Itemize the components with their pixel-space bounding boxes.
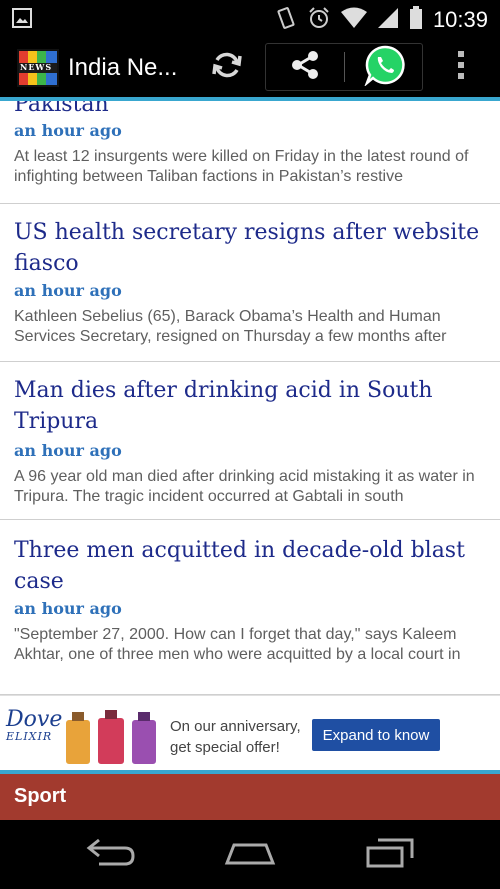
article-headline: Pakistan xyxy=(14,101,109,117)
status-bar: 10:39 xyxy=(0,0,500,37)
whatsapp-button[interactable] xyxy=(350,43,420,91)
app-logo-text: NEWS xyxy=(20,62,53,72)
article-headline: Three men acquitted in decade-old blast … xyxy=(14,538,465,594)
ad-brand-name: Dove xyxy=(6,707,63,732)
article-time: an hour ago xyxy=(14,281,122,300)
article-summary: "September 27, 2000. How can I forget th… xyxy=(14,626,461,663)
share-button[interactable] xyxy=(270,43,340,91)
section-header[interactable] xyxy=(0,774,500,820)
article-summary: Kathleen Sebelius (65), Barack Obama’s H… xyxy=(14,308,447,345)
article-summary: A 96 year old man died after drinking ac… xyxy=(14,468,475,505)
list-item[interactable]: Pakistan an hour ago At least 12 insurge… xyxy=(0,101,500,204)
list-item[interactable]: US health secretary resigns after websit… xyxy=(0,204,500,362)
article-summary: At least 12 insurgents were killed on Fr… xyxy=(14,148,469,185)
refresh-button[interactable] xyxy=(202,43,252,91)
wifi-icon xyxy=(340,7,367,33)
article-time: an hour ago xyxy=(14,599,122,618)
cellular-signal-icon xyxy=(377,7,399,33)
ad-text: On our anniversary, get special offer! xyxy=(170,716,301,758)
app-title: India Ne... xyxy=(68,54,178,81)
alarm-icon xyxy=(307,6,331,34)
image-notification-icon xyxy=(12,8,32,32)
ad-cta-button[interactable]: Expand to know xyxy=(312,719,440,751)
whatsapp-icon xyxy=(364,44,406,90)
ad-brand-logo: Dove ELIXIR xyxy=(6,707,63,744)
list-item[interactable]: Three men acquitted in decade-old blast … xyxy=(0,520,500,695)
back-icon xyxy=(85,838,135,872)
share-icon xyxy=(288,48,322,86)
clock: 10:39 xyxy=(432,7,488,32)
recent-apps-button[interactable] xyxy=(355,835,425,875)
section-label: Sport xyxy=(14,785,67,807)
list-item[interactable]: Man dies after drinking acid in South Tr… xyxy=(0,362,500,520)
overflow-menu-button[interactable] xyxy=(445,43,477,91)
vibrate-icon xyxy=(275,6,297,34)
refresh-icon xyxy=(210,48,244,86)
battery-icon xyxy=(409,6,423,34)
article-time: an hour ago xyxy=(14,121,122,140)
app-logo[interactable]: NEWS xyxy=(17,49,59,87)
article-headline: Man dies after drinking acid in South Tr… xyxy=(14,378,433,434)
back-button[interactable] xyxy=(75,835,145,875)
article-list[interactable]: Pakistan an hour ago At least 12 insurge… xyxy=(0,101,500,695)
ad-text-line1: On our anniversary, xyxy=(170,718,301,735)
article-headline: US health secretary resigns after websit… xyxy=(14,220,480,276)
home-button[interactable] xyxy=(215,835,285,875)
article-time: an hour ago xyxy=(14,441,122,460)
home-icon xyxy=(224,839,276,871)
share-divider xyxy=(344,52,345,82)
ad-text-line2: get special offer! xyxy=(170,739,280,756)
recent-apps-icon xyxy=(364,838,416,872)
ad-product-bottles xyxy=(62,710,162,772)
overflow-menu-icon xyxy=(456,49,466,85)
